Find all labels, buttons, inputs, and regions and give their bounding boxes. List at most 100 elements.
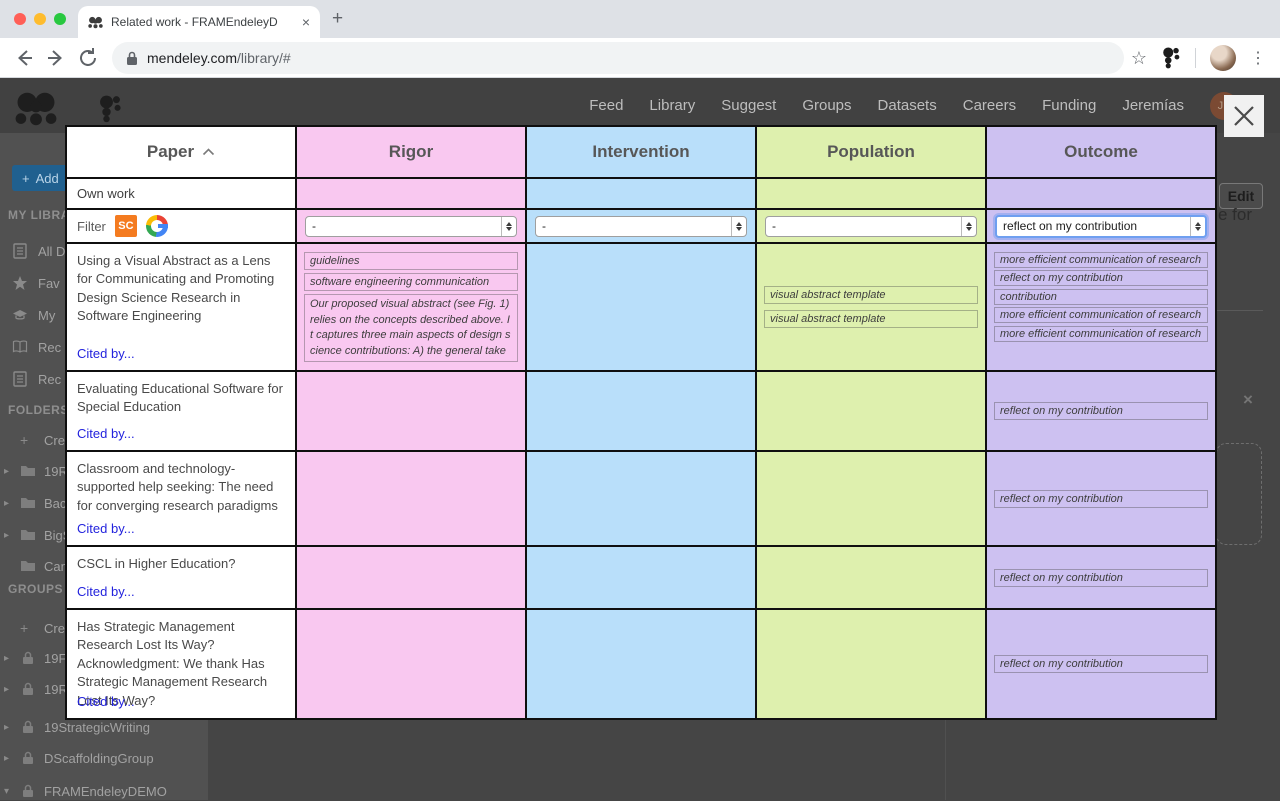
population-filter-select[interactable]: - [765, 216, 977, 237]
outcome-filter-select[interactable]: reflect on my contribution [995, 215, 1207, 238]
highlight-tag[interactable]: Our proposed visual abstract (see Fig. 1… [304, 294, 518, 362]
intervention-cell [527, 244, 755, 370]
select-stepper-icon [1190, 217, 1205, 236]
framendeley-logo[interactable] [97, 95, 123, 123]
plus-icon: + [20, 620, 36, 636]
highlight-tag[interactable]: guidelines [304, 252, 518, 270]
select-stepper-icon [501, 217, 516, 236]
highlight-tag[interactable]: visual abstract template [764, 286, 978, 304]
bookmark-star-icon[interactable]: ☆ [1131, 48, 1147, 69]
own-work-row[interactable]: Own work [67, 179, 295, 208]
intervention-cell [527, 610, 755, 718]
nav-library[interactable]: Library [649, 97, 695, 114]
highlight-tag[interactable]: reflect on my contribution [994, 655, 1208, 673]
nav-careers[interactable]: Careers [963, 97, 1016, 114]
overlay-close-button[interactable] [1224, 95, 1264, 137]
cited-by-link[interactable]: Cited by... [77, 584, 135, 599]
highlight-tag[interactable]: reflect on my contribution [994, 270, 1208, 286]
nav-username[interactable]: Jeremías [1122, 97, 1184, 114]
tab-title: Related work - FRAMEndeleyD [111, 15, 294, 29]
nav-datasets[interactable]: Datasets [878, 97, 937, 114]
rigor-filter-cell: - [297, 210, 525, 242]
reload-icon[interactable] [76, 46, 100, 70]
caret-right-icon[interactable]: ▸ [4, 684, 9, 695]
rigor-cell [297, 372, 525, 450]
rigor-cell [297, 610, 525, 718]
cited-by-link[interactable]: Cited by... [77, 694, 135, 709]
highlight-tag[interactable]: software engineering communication [304, 273, 518, 291]
caret-right-icon[interactable]: ▸ [4, 498, 9, 509]
browser-tab[interactable]: Related work - FRAMEndeleyD × [78, 6, 320, 38]
column-header-population[interactable]: Population [757, 127, 985, 177]
window-close-button[interactable] [14, 13, 26, 25]
highlight-tag[interactable]: reflect on my contribution [994, 569, 1208, 587]
column-header-outcome[interactable]: Outcome [987, 127, 1215, 177]
caret-right-icon[interactable]: ▸ [4, 653, 9, 664]
mendeley-logo[interactable] [14, 92, 58, 126]
star-icon [12, 275, 28, 291]
close-icon [1232, 104, 1256, 128]
paper-row: Has Strategic Management Research Lost I… [67, 610, 295, 718]
population-cell [757, 452, 985, 545]
nav-feed[interactable]: Feed [589, 97, 623, 114]
window-minimize-button[interactable] [34, 13, 46, 25]
group-item[interactable]: ▸ 19StrategicWriting [0, 717, 208, 737]
caret-down-icon[interactable]: ▾ [4, 786, 9, 797]
column-header-intervention[interactable]: Intervention [527, 127, 755, 177]
back-icon[interactable] [12, 46, 36, 70]
paper-title: CSCL in Higher Education? [67, 547, 295, 573]
highlight-tag[interactable]: contribution [994, 289, 1208, 305]
caret-right-icon[interactable]: ▸ [4, 722, 9, 733]
panel-divider [1215, 310, 1263, 311]
close-tab-icon[interactable]: × [302, 14, 310, 30]
nav-funding[interactable]: Funding [1042, 97, 1096, 114]
population-cell: visual abstract template visual abstract… [757, 244, 985, 370]
scopus-icon[interactable]: SC [115, 215, 137, 237]
forward-icon[interactable] [44, 46, 68, 70]
window-zoom-button[interactable] [54, 13, 66, 25]
group-item-expanded[interactable]: ▾ FRAMEndeleyDEMO [0, 781, 208, 801]
nav-suggest[interactable]: Suggest [721, 97, 776, 114]
related-work-table: Paper Rigor Intervention Population Outc… [65, 125, 1217, 720]
outcome-filter-cell: reflect on my contribution [987, 210, 1215, 242]
highlight-tag[interactable]: reflect on my contribution [994, 402, 1208, 420]
caret-right-icon[interactable]: ▸ [4, 466, 9, 477]
paper-row: Evaluating Educational Software for Spec… [67, 372, 295, 450]
highlight-tag[interactable]: more efficient communication of research [994, 326, 1208, 342]
intervention-cell [527, 452, 755, 545]
column-header-rigor[interactable]: Rigor [297, 127, 525, 177]
cited-by-link[interactable]: Cited by... [77, 426, 135, 441]
url-domain: mendeley.com [147, 50, 237, 66]
note-close-icon[interactable]: × [1243, 390, 1253, 410]
cited-by-link[interactable]: Cited by... [77, 346, 135, 361]
panel-text-fragment: e for [1218, 205, 1252, 225]
caret-right-icon[interactable]: ▸ [4, 753, 9, 764]
lock-icon [20, 783, 36, 799]
browser-profile-avatar[interactable] [1210, 45, 1236, 71]
rigor-filter-select[interactable]: - [305, 216, 517, 237]
folder-icon [20, 558, 36, 574]
highlight-tag[interactable]: more efficient communication of research [994, 252, 1208, 268]
population-cell [757, 610, 985, 718]
intervention-filter-select[interactable]: - [535, 216, 747, 237]
graduation-cap-icon [12, 307, 28, 323]
highlight-tag[interactable]: more efficient communication of research [994, 307, 1208, 323]
paper-title: Evaluating Educational Software for Spec… [67, 372, 295, 417]
lock-icon [20, 650, 36, 666]
framendeley-extension-icon[interactable] [1161, 47, 1181, 69]
column-header-paper[interactable]: Paper [67, 127, 295, 177]
google-icon[interactable] [146, 215, 168, 237]
url-bar[interactable]: mendeley.com/library/# [112, 42, 1124, 74]
nav-groups[interactable]: Groups [802, 97, 851, 114]
paper-title: Classroom and technology-supported help … [67, 452, 295, 515]
caret-right-icon[interactable]: ▸ [4, 530, 9, 541]
cited-by-link[interactable]: Cited by... [77, 521, 135, 536]
intervention-cell [527, 372, 755, 450]
highlight-tag[interactable]: visual abstract template [764, 310, 978, 328]
mendeley-favicon [88, 16, 103, 29]
new-tab-icon[interactable]: + [332, 8, 343, 30]
highlight-tag[interactable]: reflect on my contribution [994, 490, 1208, 508]
kebab-menu-icon[interactable]: ⋮ [1250, 48, 1266, 68]
plus-icon: + [22, 171, 30, 186]
group-item[interactable]: ▸ DScaffoldingGroup [0, 748, 208, 768]
